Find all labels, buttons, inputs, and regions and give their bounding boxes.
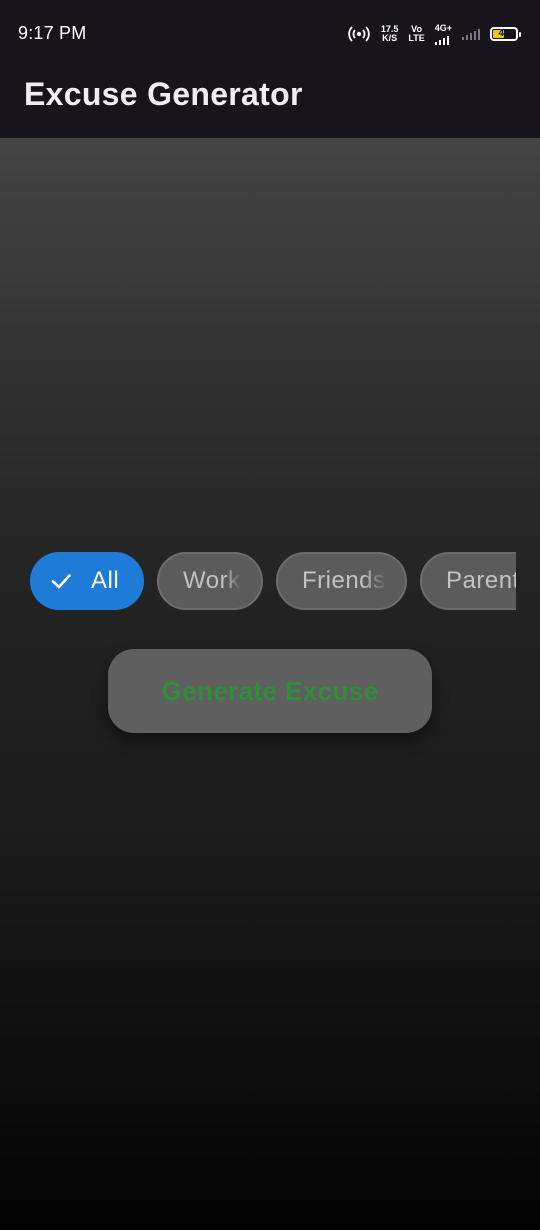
network-4g-indicator: 4G+ xyxy=(434,22,452,45)
generate-excuse-label: Generate Excuse xyxy=(161,675,379,706)
status-time: 9:17 PM xyxy=(18,23,87,43)
signal-icon-secondary xyxy=(462,28,480,40)
volte-bottom: LTE xyxy=(408,33,425,43)
chip-work[interactable]: Work xyxy=(157,552,263,610)
chip-all[interactable]: All xyxy=(30,552,144,610)
app-title: Excuse Generator xyxy=(24,76,303,112)
app-bar: Excuse Generator xyxy=(0,66,540,138)
status-icons: 17.5 K/S Vo LTE 4G+ 45 xyxy=(347,22,521,46)
chip-parents[interactable]: Parents xyxy=(420,552,516,610)
chip-label: Work xyxy=(183,567,239,594)
battery-icon: 45 xyxy=(490,27,521,41)
status-bar: 9:17 PM 17.5 K/S Vo LTE 4G+ 45 xyxy=(0,0,540,66)
chip-label: Friends xyxy=(302,567,384,594)
network-type: 4G+ xyxy=(434,22,452,33)
main-content: All Work Friends Parents Generate Excuse xyxy=(0,138,540,1230)
check-icon xyxy=(50,570,72,592)
battery-level: 45 xyxy=(498,28,510,39)
signal-icon xyxy=(434,33,449,45)
generate-excuse-button[interactable]: Generate Excuse xyxy=(108,649,432,733)
net-speed-unit: K/S xyxy=(382,33,398,43)
chip-friends[interactable]: Friends xyxy=(276,552,407,610)
chip-label: Parents xyxy=(446,567,516,594)
hotspot-icon xyxy=(347,24,371,44)
volte-indicator: Vo LTE xyxy=(408,25,424,43)
category-chip-row[interactable]: All Work Friends Parents xyxy=(30,551,516,613)
chip-label: All xyxy=(91,567,120,594)
net-speed: 17.5 K/S xyxy=(381,25,399,43)
app-screen: 9:17 PM 17.5 K/S Vo LTE 4G+ 45 Excuse Ge… xyxy=(0,0,540,1230)
